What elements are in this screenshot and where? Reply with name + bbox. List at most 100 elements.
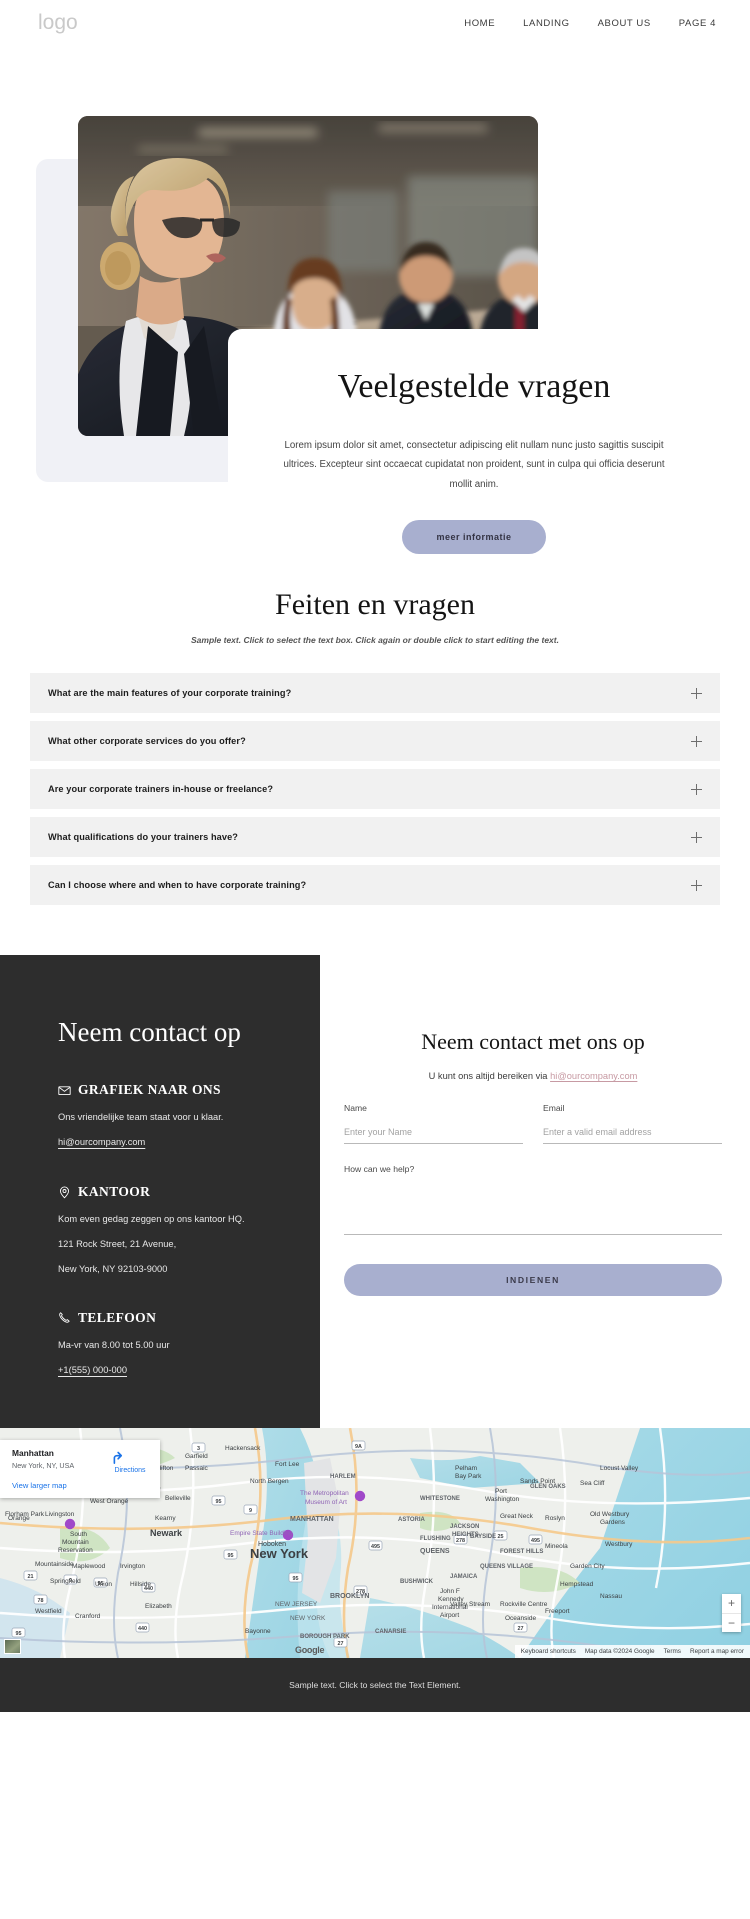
zoom-out-button[interactable]: − (722, 1612, 741, 1632)
map-label: Sea Cliff (580, 1480, 605, 1487)
svg-text:495: 495 (531, 1538, 540, 1544)
nav-item-home[interactable]: HOME (464, 18, 495, 29)
report-map-error-link[interactable]: Report a map error (690, 1648, 744, 1655)
map-label: BAYSIDE (470, 1534, 496, 1540)
map-label: Kearny (155, 1515, 176, 1522)
directions-icon (110, 1450, 150, 1465)
map-label: Great Neck (500, 1513, 534, 1520)
submit-button[interactable]: INDIENEN (344, 1264, 722, 1296)
google-logo: Google (295, 1644, 325, 1655)
map-label: BUSHWICK (400, 1579, 434, 1585)
map-label: Kennedy (438, 1596, 464, 1603)
map-section[interactable]: 3 9 95 78 21 9 440 95 440 95 495 278 25 495 278 27 95 27 9… (0, 1427, 750, 1658)
nav-item-about-us[interactable]: ABOUT US (598, 18, 651, 29)
phone-link[interactable]: +1(555) 000-000 (58, 1365, 127, 1375)
map-label: JAMAICA (450, 1574, 478, 1580)
svg-text:495: 495 (371, 1544, 380, 1550)
footer-text: Sample text. Click to select the Text El… (289, 1679, 461, 1690)
hero-content-card: Veelgestelde vragen Lorem ipsum dolor si… (228, 329, 720, 555)
plus-icon[interactable] (691, 783, 702, 795)
envelope-icon (58, 1084, 71, 1097)
faq-item[interactable]: Can I choose where and when to have corp… (30, 865, 720, 905)
plus-icon[interactable] (691, 879, 702, 891)
faq-list: What are the main features of your corpo… (30, 673, 720, 905)
faq-question: Are your corporate trainers in-house or … (48, 784, 274, 794)
map-label: Hoboken (258, 1541, 286, 1548)
map-label: Rockville Centre (500, 1601, 548, 1608)
plus-icon[interactable] (691, 687, 702, 699)
map-label: Orange (8, 1515, 30, 1522)
map-streetview-thumbnail[interactable] (4, 1638, 21, 1654)
plus-icon[interactable] (691, 831, 702, 843)
map-label: South (70, 1531, 87, 1538)
svg-text:440: 440 (138, 1626, 147, 1632)
map-label: JACKSON (450, 1524, 479, 1530)
map-label: Hackensack (225, 1445, 261, 1452)
terms-link[interactable]: Terms (664, 1648, 681, 1655)
map-label: GLEN OAKS (530, 1484, 566, 1490)
map-route-shield: 440 (135, 1622, 150, 1633)
svg-text:78: 78 (38, 1598, 44, 1604)
map-label: New York (250, 1546, 309, 1561)
hero-paragraph: Lorem ipsum dolor sit amet, consectetur … (283, 439, 665, 490)
map-label: Roslyn (545, 1515, 565, 1522)
contact-form-email-link[interactable]: hi@ourcompany.com (550, 1071, 637, 1081)
map-info-card[interactable]: Manhattan New York, NY, USA View larger … (0, 1439, 160, 1498)
map-place-subtitle: New York, NY, USA (12, 1460, 75, 1470)
map-route-shield: 78 (33, 1594, 48, 1605)
map-label: Hempstead (560, 1581, 594, 1588)
svg-text:95: 95 (16, 1631, 22, 1637)
map-label: John F (440, 1588, 460, 1595)
map-label: Museum of Art (305, 1499, 347, 1506)
contact-block-heading-row: TELEFOON (58, 1310, 320, 1326)
faq-item[interactable]: What are the main features of your corpo… (30, 673, 720, 713)
faq-item[interactable]: Are your corporate trainers in-house or … (30, 769, 720, 809)
more-information-button[interactable]: meer informatie (402, 520, 546, 555)
map-label: Old Westbury (590, 1511, 630, 1518)
map-label: WHITESTONE (420, 1496, 460, 1502)
contact-form-subtitle: U kunt ons altijd bereiken via hi@ourcom… (344, 1071, 722, 1081)
map-label: Garfield (185, 1453, 208, 1460)
map-zoom-controls[interactable]: + − (722, 1593, 741, 1632)
faq-question: What are the main features of your corpo… (48, 688, 292, 698)
view-larger-map-link[interactable]: View larger map (12, 1481, 110, 1490)
keyboard-shortcuts-link[interactable]: Keyboard shortcuts (521, 1648, 576, 1655)
zoom-in-button[interactable]: + (722, 1594, 741, 1613)
faq-item[interactable]: What other corporate services do you off… (30, 721, 720, 761)
map-label: International (432, 1604, 468, 1611)
map-label: BROOKLYN (330, 1593, 369, 1600)
map-route-shield: 95 (223, 1549, 238, 1560)
map-label: QUEENS VILLAGE (480, 1564, 533, 1570)
name-input[interactable] (344, 1127, 523, 1144)
svg-text:95: 95 (228, 1553, 234, 1559)
map-label: Fort Lee (275, 1461, 300, 1468)
svg-text:25: 25 (498, 1534, 504, 1540)
map-directions-button[interactable]: Directions (110, 1448, 150, 1490)
map-label: Locust Valley (600, 1465, 639, 1472)
map-label: The Metropolitan (300, 1490, 349, 1497)
map-place-title: Manhattan (12, 1447, 54, 1458)
nav-item-landing[interactable]: LANDING (523, 18, 569, 29)
faq-question: Can I choose where and when to have corp… (48, 880, 307, 890)
faq-item[interactable]: What qualifications do your trainers hav… (30, 817, 720, 857)
contact-block-heading: TELEFOON (78, 1309, 157, 1325)
plus-icon[interactable] (691, 735, 702, 747)
map-route-shield: 495 (368, 1540, 383, 1551)
nav-item-page-4[interactable]: PAGE 4 (679, 18, 716, 29)
contact-block-heading-row: KANTOOR (58, 1184, 320, 1200)
map-label: Pelham (455, 1465, 477, 1472)
map-label: Newark (150, 1528, 183, 1538)
email-input[interactable] (543, 1127, 722, 1144)
logo[interactable]: logo (38, 11, 78, 35)
map-data-credit: Map data ©2024 Google (584, 1647, 655, 1655)
map-label: Empire State Building (230, 1530, 293, 1537)
email-link[interactable]: hi@ourcompany.com (58, 1137, 145, 1147)
message-textarea[interactable] (344, 1183, 722, 1235)
contact-block-office: KANTOOR Kom even gedag zeggen op ons kan… (58, 1184, 320, 1275)
map-label: North Bergen (250, 1478, 289, 1485)
map-label: Port (495, 1488, 507, 1495)
map-label: Nassau (600, 1593, 622, 1600)
form-row-name-email: Name Email (344, 1103, 722, 1144)
faq-question: What qualifications do your trainers hav… (48, 832, 239, 842)
map-route-shield: 495 (528, 1534, 543, 1545)
